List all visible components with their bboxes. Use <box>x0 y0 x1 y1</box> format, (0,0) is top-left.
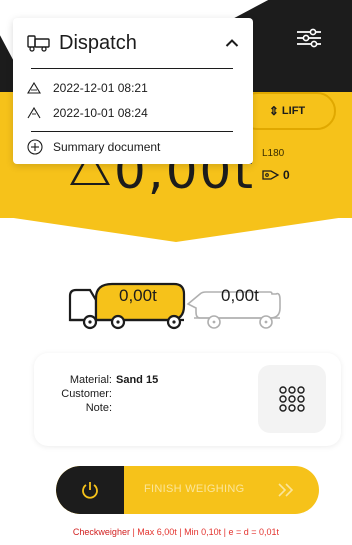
trailer-weight: 0,00t <box>221 286 259 305</box>
sliders-icon <box>297 28 321 48</box>
finish-weighing-bar: FINISH WEIGHING <box>56 466 319 514</box>
settings-sliders-button[interactable] <box>296 26 322 50</box>
scale-name: Checkweigher <box>72 527 130 537</box>
dispatch-entry[interactable]: 2022-10-01 08:24 <box>27 100 239 125</box>
dispatch-entry-datetime: 2022-12-01 08:21 <box>53 80 148 95</box>
material-value: Sand 15 <box>116 374 159 386</box>
dispatch-dropdown-toggle[interactable]: Dispatch <box>27 18 239 68</box>
power-button[interactable] <box>56 466 124 514</box>
tag-count: 0 <box>262 168 290 182</box>
dispatch-entry[interactable]: 2022-12-01 08:21 <box>27 75 239 100</box>
grid-dots-icon <box>279 386 305 412</box>
tag-count-value: 0 <box>283 168 290 182</box>
material-label: Material: <box>69 374 112 386</box>
scale-spec: | Max 6,00t | Min 0,10t | e = d = 0,01t <box>129 527 280 537</box>
finish-weighing-slider-label[interactable]: FINISH WEIGHING <box>144 483 244 495</box>
weight-panel-point <box>0 216 352 242</box>
tag-icon <box>262 170 280 180</box>
summary-document-item[interactable]: Summary document <box>27 132 239 162</box>
add-circle-icon <box>27 139 43 155</box>
customer-label: Customer: <box>61 388 112 400</box>
truck-diagram: 0,00t 0,00t <box>66 278 296 334</box>
note-label: Note: <box>85 402 112 414</box>
dispatch-title: Dispatch <box>59 31 137 54</box>
dispatch-dropdown: Dispatch 2022-12-01 08:21 2022-10-01 08:… <box>13 18 253 164</box>
load-info: Material: Sand 15 Customer: Note: <box>50 373 158 415</box>
truck-icon <box>27 35 50 52</box>
lift-label: LIFT <box>281 105 306 117</box>
cab-weight: 0,00t <box>119 286 157 305</box>
dispatch-entry-datetime: 2022-10-01 08:24 <box>53 105 148 120</box>
scale-status-line: Checkweigher | Max 6,00t | Min 0,10t | e… <box>0 527 352 537</box>
summary-document-label: Summary document <box>53 140 161 154</box>
warning-triangle-icon <box>27 81 41 94</box>
truck-trailer-icon <box>68 282 281 330</box>
keypad-button[interactable] <box>258 365 326 433</box>
double-chevron-right-icon <box>278 483 294 497</box>
axle-label: L180 <box>262 148 285 159</box>
lift-arrow-icon: ⇕ <box>268 104 279 118</box>
load-info-card: Material: Sand 15 Customer: Note: <box>34 353 341 446</box>
slope-icon <box>27 106 41 118</box>
power-icon <box>82 482 98 499</box>
chevron-up-icon <box>225 39 239 47</box>
